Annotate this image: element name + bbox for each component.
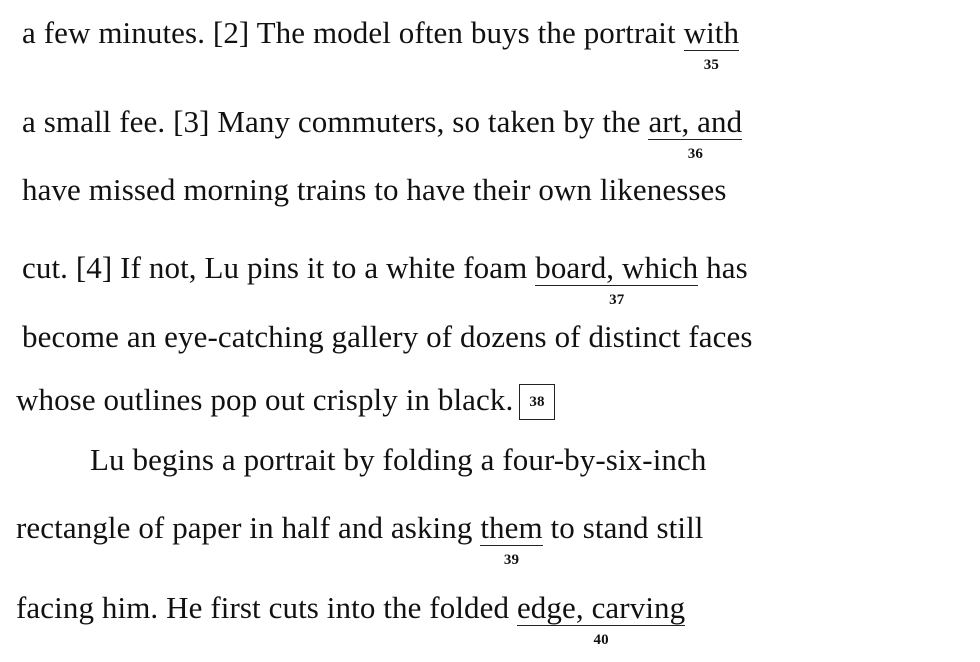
underlined-phrase-35: with 35: [683, 15, 740, 73]
question-number-36: 36: [687, 146, 703, 162]
underlined-phrase-40: edge, carving 40: [516, 590, 686, 648]
line-text: Lu begins a portrait by folding a four-b…: [90, 442, 707, 477]
passage-line-9: facing him. He first cuts into the folde…: [16, 590, 686, 648]
passage-line-2: a small fee. [3] Many commuters, so take…: [22, 104, 743, 162]
line-text: have missed morning trains to have their…: [22, 172, 727, 207]
underlined-text: art, and: [648, 104, 743, 139]
question-box-38: 38: [519, 384, 555, 420]
underlined-text: with: [683, 15, 740, 50]
passage-line-3: have missed morning trains to have their…: [22, 172, 727, 208]
line-text: cut. [4] If not, Lu pins it to a white f…: [22, 250, 536, 285]
underlined-phrase-36: art, and 36: [648, 104, 743, 162]
passage-line-7: Lu begins a portrait by folding a four-b…: [16, 442, 706, 478]
underlined-text: board, which: [535, 250, 699, 285]
passage-line-4: cut. [4] If not, Lu pins it to a white f…: [22, 250, 748, 308]
line-text: whose outlines pop out crisply in black.: [16, 382, 514, 417]
passage-line-8: rectangle of paper in half and asking th…: [16, 510, 704, 568]
line-text: become an eye-catching gallery of dozens…: [22, 319, 753, 354]
underlined-phrase-39: them 39: [480, 510, 543, 568]
question-number-40: 40: [593, 632, 609, 648]
document-page: a few minutes. [2] The model often buys …: [0, 0, 980, 662]
underlined-text: edge, carving: [516, 590, 686, 625]
line-text: a few minutes. [2] The model often buys …: [22, 15, 684, 50]
line-text-after: has: [698, 250, 748, 285]
line-text: a small fee. [3] Many commuters, so take…: [22, 104, 649, 139]
line-text: facing him. He first cuts into the folde…: [16, 590, 517, 625]
question-number-35: 35: [703, 57, 719, 73]
underlined-text: them: [480, 510, 543, 545]
question-number-37: 37: [609, 292, 625, 308]
passage-line-5: become an eye-catching gallery of dozens…: [22, 319, 753, 355]
passage-line-6: whose outlines pop out crisply in black.…: [16, 382, 555, 420]
line-text: rectangle of paper in half and asking: [16, 510, 481, 545]
passage-line-1: a few minutes. [2] The model often buys …: [22, 15, 740, 73]
line-text-after: to stand still: [542, 510, 704, 545]
underlined-phrase-37: board, which 37: [535, 250, 699, 308]
question-number-39: 39: [503, 552, 520, 568]
